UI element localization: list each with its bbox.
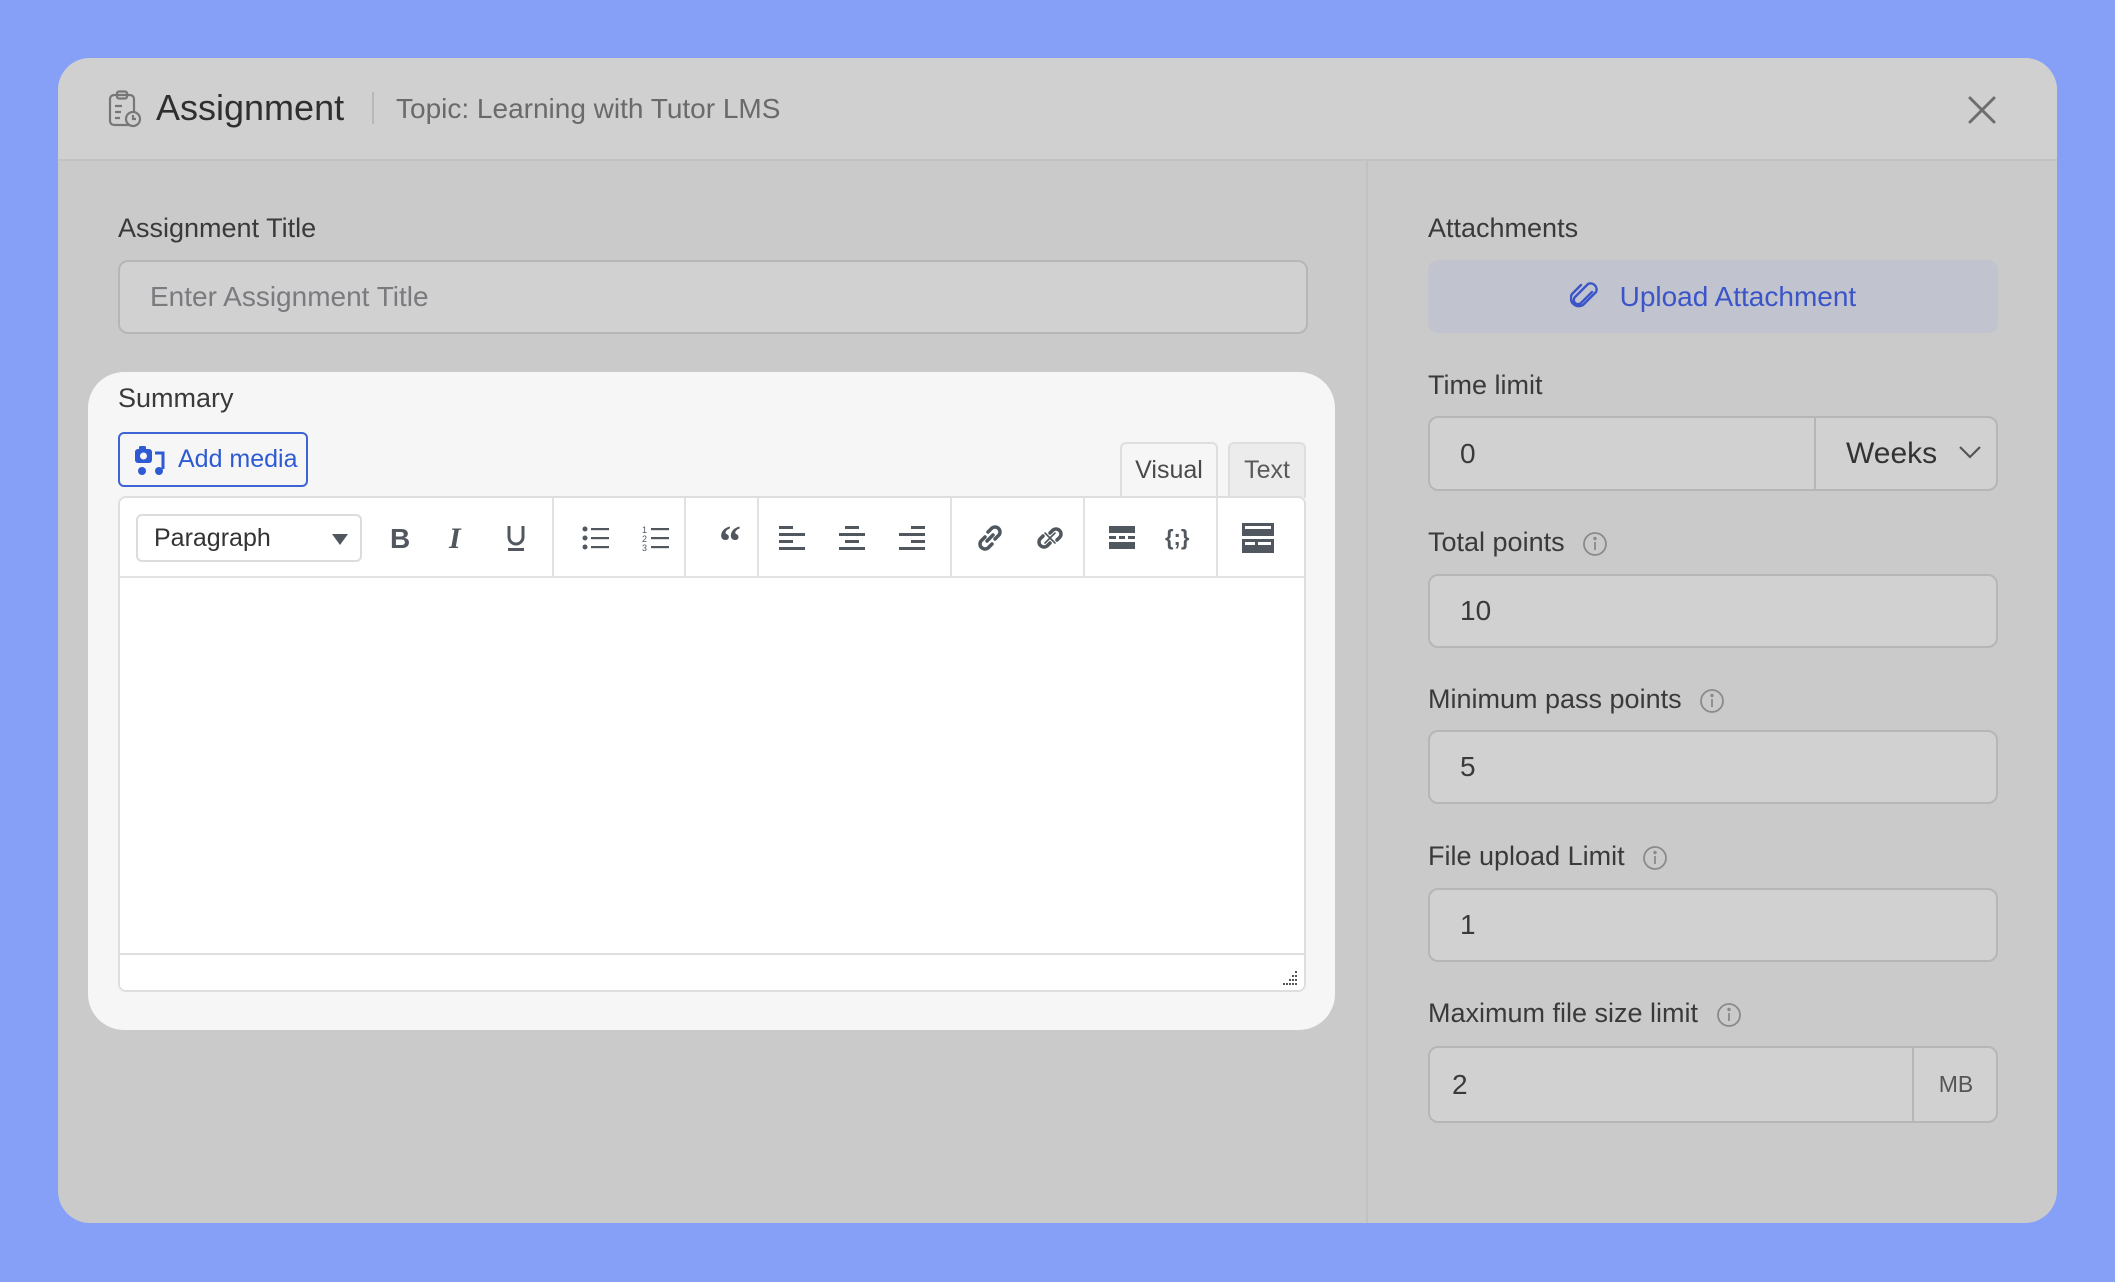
bulleted-list-icon [582, 526, 609, 550]
toolbar-divider [950, 498, 952, 576]
file-upload-limit-label-text: File upload Limit [1428, 841, 1625, 871]
bold-icon: B [390, 525, 410, 551]
code-icon: {;} [1165, 525, 1190, 550]
svg-text:{;}: {;} [1165, 525, 1190, 550]
close-icon[interactable] [1964, 92, 2000, 128]
media-icon [135, 446, 165, 475]
add-media-button[interactable]: Add media [118, 432, 308, 487]
unlink-icon [1037, 527, 1063, 549]
max-file-size-input[interactable]: 2 [1430, 1048, 1912, 1121]
summary-label: Summary [118, 383, 234, 413]
bulleted-list-button[interactable] [572, 514, 620, 562]
min-pass-points-label-text: Minimum pass points [1428, 684, 1682, 714]
topic-breadcrumb: Topic: Learning with Tutor LMS [396, 93, 781, 124]
time-unit-select[interactable]: Weeks [1814, 418, 1996, 489]
align-center-button[interactable] [828, 514, 876, 562]
svg-text:3: 3 [642, 543, 647, 551]
total-points-label-text: Total points [1428, 527, 1565, 557]
svg-text:“: “ [719, 526, 741, 550]
resize-handle-icon[interactable] [1280, 970, 1298, 988]
blockquote-button[interactable]: “ [710, 514, 758, 562]
paperclip-icon [1569, 281, 1598, 307]
tab-text[interactable]: Text [1228, 442, 1306, 498]
italic-icon: I [448, 525, 462, 551]
max-file-size-label-text: Maximum file size limit [1428, 998, 1699, 1028]
numbered-list-button[interactable]: 123 [632, 514, 680, 562]
link-icon [978, 525, 1002, 551]
add-media-label: Add media [178, 445, 298, 473]
svg-text:I: I [448, 525, 462, 551]
attachments-label: Attachments [1428, 213, 1579, 243]
italic-button[interactable]: I [434, 514, 482, 562]
bold-button[interactable]: B [376, 514, 424, 562]
code-button[interactable]: {;} [1156, 514, 1204, 562]
toolbar-divider [1216, 498, 1218, 576]
upload-attachment-label: Upload Attachment [1619, 281, 1857, 312]
toolbar-divider [552, 498, 554, 576]
file-upload-limit-label: File upload Limit [1428, 840, 1668, 872]
format-select-value: Paragraph [154, 524, 271, 552]
svg-text:B: B [390, 525, 410, 551]
info-icon[interactable] [1699, 688, 1725, 714]
min-pass-points-input[interactable]: 5 [1428, 730, 1998, 804]
time-limit-input[interactable]: 0 [1430, 418, 1814, 489]
max-file-size-label: Maximum file size limit [1428, 997, 1742, 1029]
remove-link-button[interactable] [1026, 514, 1074, 562]
summary-card: Summary Add media Visual Text Paragraph [88, 372, 1335, 1030]
summary-editor: Paragraph B I 123 {;} [118, 496, 1306, 992]
header-divider [372, 92, 374, 124]
toolbar-divider [757, 498, 759, 576]
caret-down-icon [332, 534, 348, 545]
underline-button[interactable] [492, 514, 540, 562]
keyboard-icon [1242, 523, 1274, 553]
total-points-label: Total points [1428, 526, 1608, 558]
time-limit-label: Time limit [1428, 370, 1543, 400]
toolbar-divider [1083, 498, 1085, 576]
editor-statusbar [120, 953, 1304, 990]
assignment-title-label: Assignment Title [118, 213, 317, 243]
editor-content[interactable] [120, 578, 1304, 953]
read-more-button[interactable] [1098, 514, 1146, 562]
quote-icon: “ [719, 526, 741, 550]
toolbar-divider [684, 498, 686, 576]
tab-visual[interactable]: Visual [1120, 442, 1218, 498]
align-right-icon [899, 526, 925, 550]
align-left-button[interactable] [768, 514, 816, 562]
modal-header: Assignment Topic: Learning with Tutor LM… [58, 58, 2057, 161]
min-pass-points-label: Minimum pass points [1428, 683, 1725, 715]
align-left-icon [779, 526, 805, 550]
align-center-icon [839, 526, 865, 550]
numbered-list-icon: 123 [642, 525, 669, 551]
chevron-down-icon [1959, 446, 1981, 459]
info-icon[interactable] [1716, 1002, 1742, 1028]
insert-link-button[interactable] [966, 514, 1014, 562]
align-right-button[interactable] [888, 514, 936, 562]
max-file-size-group: 2 MB [1428, 1046, 1998, 1123]
time-unit-value: Weeks [1846, 437, 1938, 470]
assignment-modal: Assignment Topic: Learning with Tutor LM… [58, 58, 2057, 1223]
upload-attachment-button[interactable]: Upload Attachment [1428, 260, 1998, 333]
toolbar-toggle-button[interactable] [1234, 514, 1282, 562]
file-size-unit: MB [1912, 1048, 1996, 1121]
file-upload-limit-input[interactable]: 1 [1428, 888, 1998, 962]
column-divider [1366, 161, 1368, 1223]
info-icon[interactable] [1642, 845, 1668, 871]
read-more-icon [1109, 526, 1135, 549]
format-select[interactable]: Paragraph [136, 514, 362, 562]
total-points-input[interactable]: 10 [1428, 574, 1998, 648]
modal-title: Assignment [156, 87, 345, 128]
assignment-title-input[interactable]: Enter Assignment Title [118, 260, 1308, 334]
info-icon[interactable] [1582, 531, 1608, 557]
clipboard-clock-icon [108, 90, 142, 128]
underline-icon [507, 526, 525, 551]
time-limit-group: 0 Weeks [1428, 416, 1998, 491]
editor-toolbar: Paragraph B I 123 {;} [120, 498, 1304, 578]
